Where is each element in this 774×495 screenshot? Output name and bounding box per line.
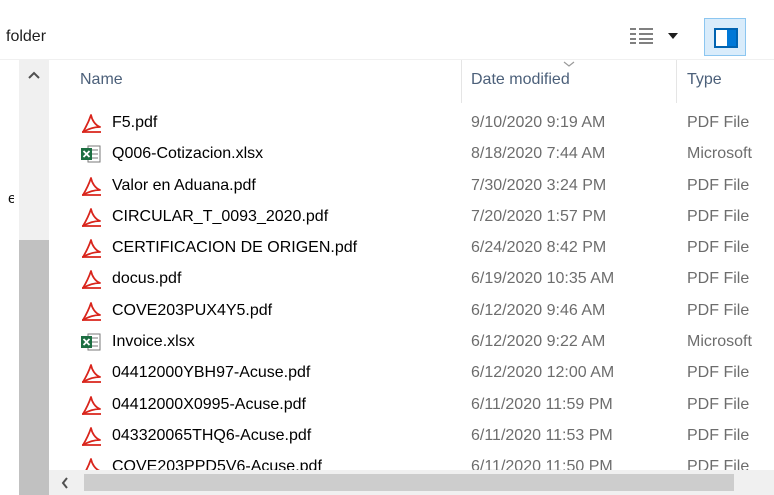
file-name: COVE203PPD5V6-Acuse.pdf <box>112 458 322 470</box>
horizontal-scrollbar-thumb[interactable] <box>84 474 734 491</box>
column-header-date-modified[interactable]: Date modified <box>471 71 570 89</box>
file-type: PDF File <box>687 114 750 131</box>
file-date-modified: 7/30/2020 3:24 PM <box>471 176 607 194</box>
file-name: 04412000X0995-Acuse.pdf <box>112 395 306 413</box>
file-row[interactable]: F5.pdf 9/10/2020 9:19 AM PDF File <box>49 108 774 139</box>
file-name: docus.pdf <box>112 270 182 288</box>
file-type: PDF File <box>687 301 750 319</box>
folder-title: folder <box>6 28 47 45</box>
chevron-left-icon[interactable] <box>61 477 69 489</box>
navigation-pane-label-fragment: e <box>8 190 14 207</box>
file-type: Microsoft <box>687 333 752 351</box>
file-type: PDF File <box>687 458 750 470</box>
file-row[interactable]: COVE203PPD5V6-Acuse.pdf 6/11/2020 11:50 P… <box>49 452 774 470</box>
file-type: PDF File <box>687 176 750 194</box>
pdf-icon <box>80 175 102 197</box>
file-type: PDF File <box>687 207 750 225</box>
file-type: PDF File <box>687 426 750 444</box>
file-type: PDF File <box>687 395 750 413</box>
chevron-up-icon[interactable] <box>26 69 42 81</box>
vertical-scrollbar-thumb[interactable] <box>19 240 49 495</box>
pdf-icon <box>80 425 102 447</box>
file-date-modified: 7/20/2020 1:57 PM <box>471 207 607 225</box>
file-name: 043320065THQ6-Acuse.pdf <box>112 426 312 444</box>
column-header-row: Name Date modified Type <box>49 60 774 103</box>
pdf-icon <box>80 394 102 416</box>
file-row[interactable]: COVE203PUX4Y5.pdf 6/12/2020 9:46 AM PDF Fi… <box>49 296 774 327</box>
file-name: CIRCULAR_T_0093_2020.pdf <box>112 207 329 225</box>
file-type: PDF File <box>687 239 750 257</box>
file-name: COVE203PUX4Y5.pdf <box>112 301 273 319</box>
file-name: F5.pdf <box>112 114 158 131</box>
file-type: PDF File <box>687 364 750 382</box>
details-view-icon[interactable] <box>629 27 655 45</box>
horizontal-scrollbar[interactable] <box>49 470 774 495</box>
file-row[interactable]: 043320065THQ6-Acuse.pdf 6/11/2020 11:53 P… <box>49 421 774 452</box>
file-row[interactable]: Valor en Aduana.pdf 7/30/2020 3:24 PM PDF … <box>49 171 774 202</box>
column-divider[interactable] <box>461 60 462 103</box>
navigation-pane-edge <box>0 60 10 495</box>
file-row[interactable]: 04412000YBH97-Acuse.pdf 6/12/2020 12:00 A… <box>49 358 774 389</box>
pdf-icon <box>80 268 102 290</box>
excel-icon <box>80 143 102 165</box>
file-name: CERTIFICACION DE ORIGEN.pdf <box>112 239 358 257</box>
file-date-modified: 6/19/2020 10:35 AM <box>471 270 615 288</box>
preview-pane-button[interactable] <box>704 18 746 56</box>
file-name: Valor en Aduana.pdf <box>112 176 256 194</box>
file-name: Invoice.xlsx <box>112 333 195 351</box>
chevron-down-icon[interactable] <box>666 31 680 41</box>
file-date-modified: 6/11/2020 11:59 PM <box>471 395 613 413</box>
preview-pane-icon <box>714 28 738 48</box>
file-date-modified: 6/12/2020 9:22 AM <box>471 333 606 351</box>
column-header-name[interactable]: Name <box>80 71 123 89</box>
file-date-modified: 6/12/2020 12:00 AM <box>471 364 615 382</box>
file-date-modified: 6/12/2020 9:46 AM <box>471 301 606 319</box>
file-date-modified: 6/24/2020 8:42 PM <box>471 239 607 257</box>
pdf-icon <box>80 300 102 322</box>
file-row[interactable]: CERTIFICACION DE ORIGEN.pdf 6/24/2020 8:4… <box>49 233 774 264</box>
file-date-modified: 6/11/2020 11:50 PM <box>471 458 613 470</box>
file-row[interactable]: Q006-Cotizacion.xlsx 8/18/2020 7:44 AM Mic… <box>49 139 774 170</box>
file-type: Microsoft <box>687 145 752 163</box>
excel-icon <box>80 331 102 353</box>
vertical-scrollbar[interactable] <box>19 60 49 495</box>
file-row[interactable]: 04412000X0995-Acuse.pdf 6/11/2020 11:59 P… <box>49 390 774 421</box>
column-divider[interactable] <box>676 60 677 103</box>
file-date-modified: 6/11/2020 11:53 PM <box>471 426 613 444</box>
file-name: 04412000YBH97-Acuse.pdf <box>112 364 311 382</box>
file-row[interactable]: CIRCULAR_T_0093_2020.pdf 7/20/2020 1:57 P… <box>49 202 774 233</box>
pdf-icon <box>80 237 102 259</box>
pdf-icon <box>80 362 102 384</box>
file-row[interactable]: docus.pdf 6/19/2020 10:35 AM PDF File <box>49 264 774 295</box>
file-date-modified: 8/18/2020 7:44 AM <box>471 145 606 163</box>
file-name: Q006-Cotizacion.xlsx <box>112 145 264 163</box>
file-type: PDF File <box>687 270 750 288</box>
pdf-icon <box>80 456 102 470</box>
file-date-modified: 9/10/2020 9:19 AM <box>471 114 606 131</box>
explorer-toolbar: folder <box>0 0 774 60</box>
pdf-icon <box>80 206 102 228</box>
sort-chevron-icon <box>563 61 575 67</box>
file-list: F5.pdf 9/10/2020 9:19 AM PDF File Q006-Coti… <box>49 108 774 470</box>
pdf-icon <box>80 112 102 134</box>
column-header-type[interactable]: Type <box>687 71 722 89</box>
file-row[interactable]: Invoice.xlsx 6/12/2020 9:22 AM Microsoft <box>49 327 774 358</box>
